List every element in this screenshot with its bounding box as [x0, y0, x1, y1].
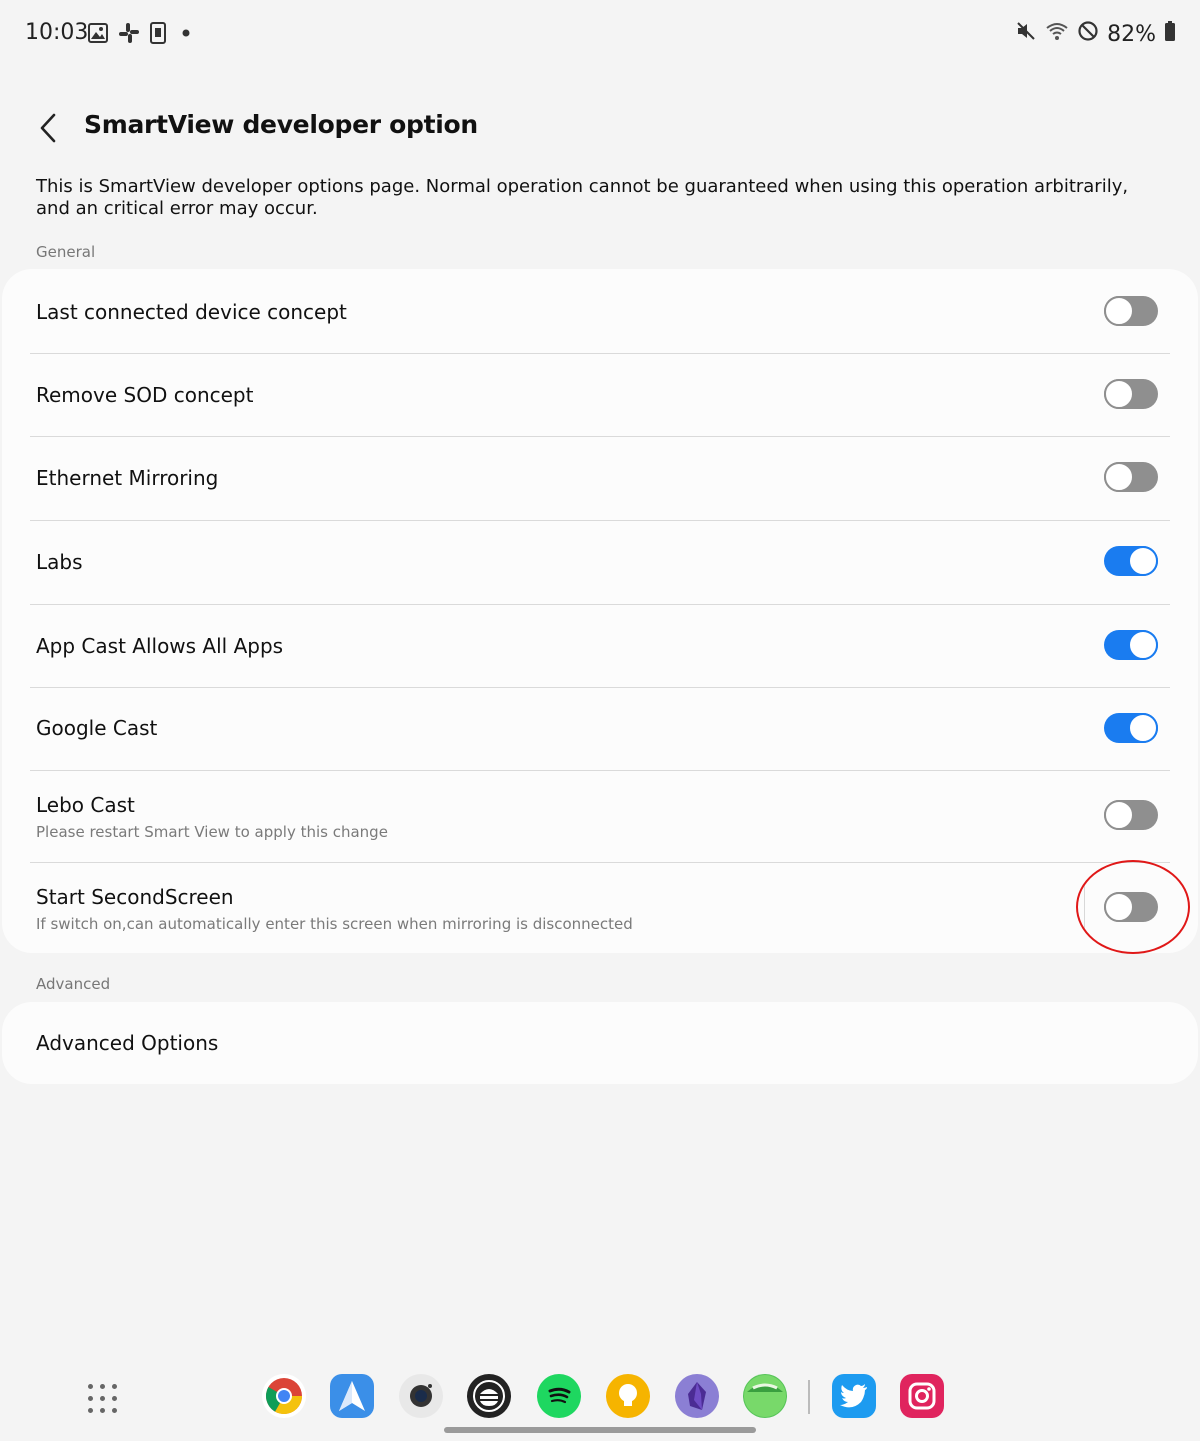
setting-row-ethernet-mirroring[interactable]: Ethernet Mirroring [2, 437, 1198, 521]
section-label-general: General [36, 243, 96, 261]
app-dock [0, 1370, 1200, 1426]
setting-title: Google Cast [36, 716, 158, 740]
obsidian-icon[interactable] [675, 1374, 719, 1418]
home-indicator[interactable] [444, 1427, 756, 1433]
setting-title: Lebo Cast [36, 793, 135, 817]
setting-row-lebo-cast[interactable]: Lebo Cast Please restart Smart View to a… [2, 771, 1198, 863]
dot-icon [182, 22, 190, 44]
toggle-ethernet-mirroring[interactable] [1104, 462, 1158, 492]
setting-row-start-secondscreen[interactable]: Start SecondScreen If switch on,can auto… [2, 863, 1198, 953]
twitter-icon[interactable] [832, 1374, 876, 1418]
dock-separator [808, 1380, 810, 1414]
setting-title: Ethernet Mirroring [36, 466, 219, 490]
status-time: 10:03 [25, 20, 89, 45]
setting-title: App Cast Allows All Apps [36, 634, 284, 658]
setting-title: Last connected device concept [36, 300, 347, 324]
setting-row-google-cast[interactable]: Google Cast [2, 688, 1198, 771]
toggle-remove-sod[interactable] [1104, 379, 1158, 409]
setting-row-labs[interactable]: Labs [2, 521, 1198, 605]
row-separator [1084, 883, 1085, 929]
toggle-google-cast[interactable] [1104, 713, 1158, 743]
setting-row-advanced-options[interactable]: Advanced Options [2, 1002, 1198, 1084]
setting-title: Advanced Options [36, 1031, 219, 1055]
chevron-left-icon [40, 113, 56, 143]
setting-subtitle: Please restart Smart View to apply this … [36, 823, 388, 841]
camera-icon[interactable] [399, 1374, 443, 1418]
battery-icon [1164, 20, 1176, 48]
toggle-last-connected[interactable] [1104, 296, 1158, 326]
wifi-icon [1045, 20, 1069, 48]
app-drawer-icon[interactable] [88, 1384, 118, 1414]
page-title: SmartView developer option [84, 110, 478, 139]
phone-frame-icon [150, 22, 166, 44]
section-label-advanced: Advanced [36, 975, 111, 993]
mute-icon [1015, 20, 1037, 48]
spotify-icon[interactable] [537, 1374, 581, 1418]
keep-bulb-icon[interactable] [606, 1374, 650, 1418]
toggle-start-secondscreen[interactable] [1104, 892, 1158, 922]
hamburger-app-icon[interactable] [467, 1374, 511, 1418]
slack-icon [118, 22, 140, 44]
green-app-icon[interactable] [743, 1374, 787, 1418]
spark-mail-icon[interactable] [330, 1374, 374, 1418]
description-text: This is SmartView developer options page… [36, 176, 1129, 219]
setting-subtitle: If switch on,can automatically enter thi… [36, 915, 633, 933]
toggle-labs[interactable] [1104, 546, 1158, 576]
chrome-icon[interactable] [262, 1374, 306, 1418]
battery-text: 82% [1107, 21, 1156, 47]
header: SmartView developer option [0, 100, 1200, 156]
setting-title: Start SecondScreen [36, 885, 234, 909]
setting-row-remove-sod[interactable]: Remove SOD concept [2, 354, 1198, 437]
setting-row-last-connected[interactable]: Last connected device concept [2, 269, 1198, 354]
instagram-icon[interactable] [900, 1374, 944, 1418]
status-bar: 10:03 82% [0, 0, 1200, 68]
toggle-app-cast[interactable] [1104, 630, 1158, 660]
gallery-icon [88, 22, 108, 44]
advanced-settings-card: Advanced Options [2, 1002, 1198, 1084]
setting-row-app-cast[interactable]: App Cast Allows All Apps [2, 605, 1198, 688]
back-button[interactable] [28, 106, 68, 150]
setting-title: Labs [36, 550, 83, 574]
general-settings-card: Last connected device concept Remove SOD… [2, 269, 1198, 953]
toggle-lebo-cast[interactable] [1104, 800, 1158, 830]
status-indicators: 82% [1015, 20, 1176, 48]
setting-title: Remove SOD concept [36, 383, 254, 407]
dnd-icon [1077, 20, 1099, 48]
